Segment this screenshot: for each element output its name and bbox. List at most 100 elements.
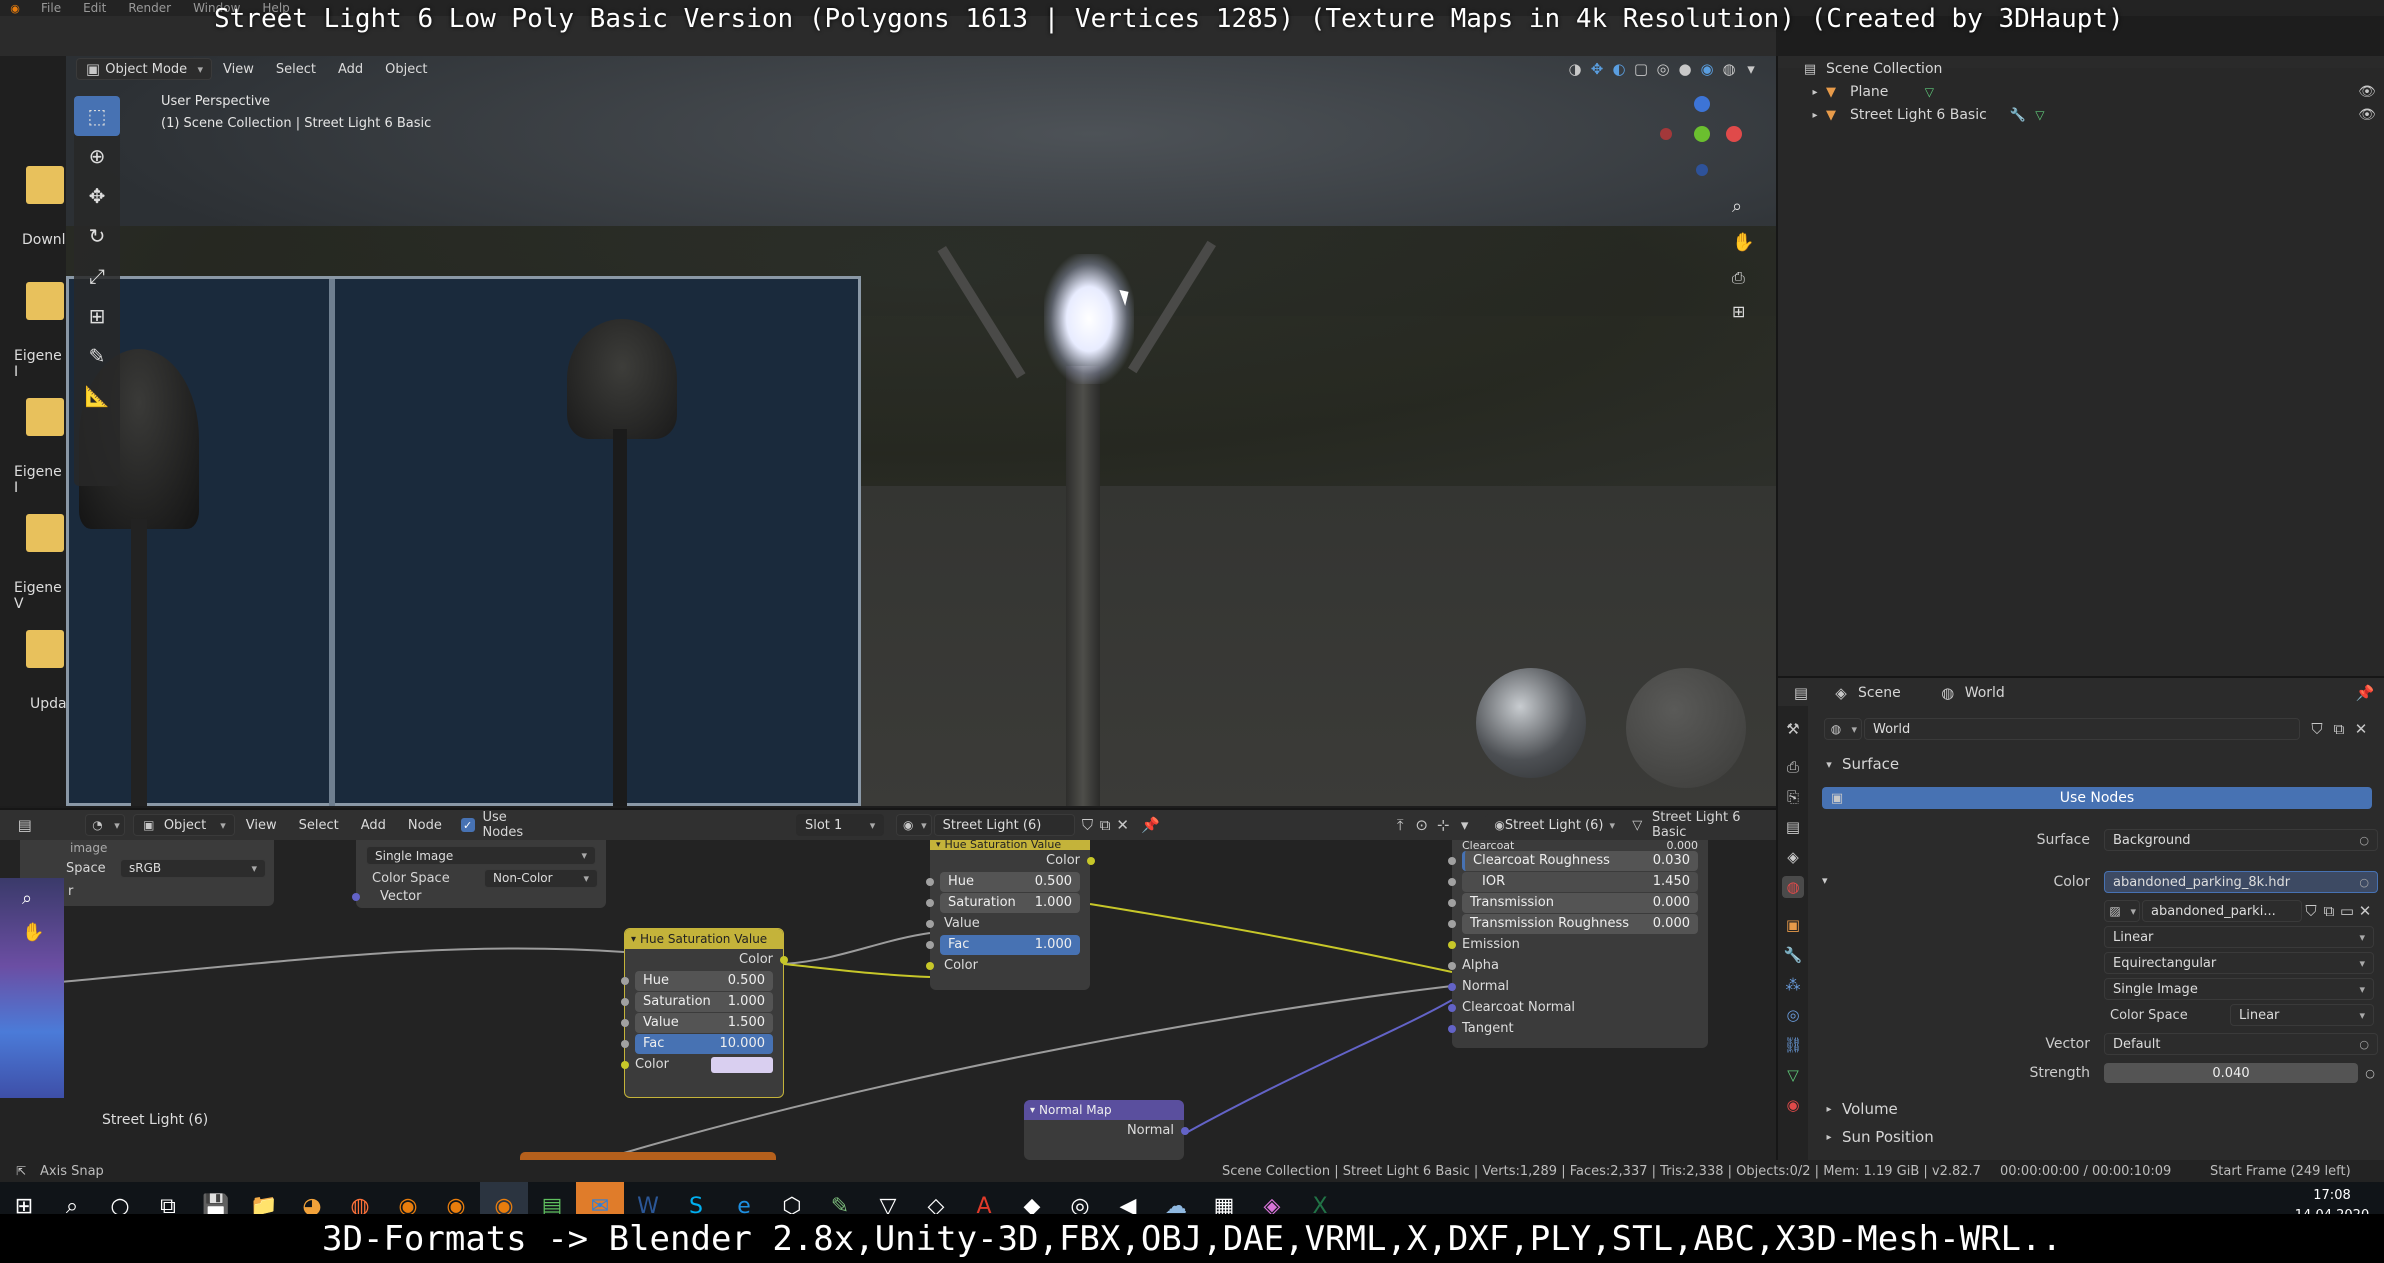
modifier-tab-icon[interactable]: 🔧	[1782, 944, 1804, 966]
camera-icon[interactable]: ⎙	[1732, 268, 1745, 288]
bsdf-transmission-field[interactable]: Transmission 0.000	[1462, 892, 1698, 913]
cursor-tool[interactable]: ⊕	[74, 136, 120, 176]
value-socket[interactable]	[621, 1018, 629, 1027]
move-tool[interactable]: ✥	[74, 176, 120, 216]
value-socket[interactable]	[926, 919, 934, 928]
hsv2-output-socket[interactable]	[1087, 856, 1095, 865]
pan-hand-icon[interactable]: ✋	[22, 922, 44, 943]
expand-arrow-icon[interactable]: ▸	[1808, 104, 1822, 126]
particles-tab-icon[interactable]: ⁂	[1782, 974, 1804, 996]
clearcoat-normal-socket[interactable]	[1448, 1003, 1456, 1012]
fake-user-shield-icon[interactable]: ⛉	[2302, 900, 2320, 922]
annotate-tool[interactable]: ✎	[74, 336, 120, 376]
visibility-eye-icon[interactable]: 👁	[2356, 81, 2378, 103]
close-icon[interactable]: ✕	[2356, 900, 2374, 922]
material-shading-icon[interactable]: ◉	[1696, 58, 1718, 80]
open-folder-icon[interactable]: ▭	[2338, 900, 2356, 922]
sun-position-panel-header[interactable]: ▸ Sun Position	[1822, 1126, 1933, 1148]
desktop-folder-icon[interactable]	[26, 398, 64, 436]
node-source-dropdown[interactable]: Single Image ▾	[366, 846, 596, 865]
color-socket[interactable]	[926, 961, 934, 970]
pin-icon[interactable]: 📌	[2354, 682, 2376, 704]
rotate-tool[interactable]: ↻	[74, 216, 120, 256]
tool-tab-icon[interactable]: ⚒	[1782, 718, 1804, 740]
strength-field[interactable]: 0.040	[2104, 1063, 2358, 1083]
vector-dropdown[interactable]: Default ○	[2104, 1033, 2378, 1055]
outliner-item-plane[interactable]: ▸ ▼ Plane ▽ 👁	[1808, 81, 2378, 103]
viewport-menu-add[interactable]: Add	[327, 62, 374, 77]
use-nodes-button[interactable]: ▣ Use Nodes	[1822, 787, 2372, 809]
node-space-dropdown[interactable]: sRGB ▾	[120, 858, 266, 878]
render-tab-icon[interactable]: ⎙	[1782, 756, 1804, 778]
wireframe-shading-icon[interactable]: ◎	[1652, 58, 1674, 80]
hsv2-sat-field[interactable]: Saturation 1.000	[940, 892, 1080, 913]
outliner-scene-collection[interactable]: ▤ Scene Collection	[1800, 58, 1943, 80]
solid-shading-icon[interactable]: ●	[1674, 58, 1696, 80]
interpolation-dropdown[interactable]: Linear ▾	[2104, 926, 2374, 948]
duplicate-icon[interactable]: ⧉	[2328, 718, 2350, 740]
visibility-icon[interactable]: ◑	[1564, 58, 1586, 80]
normal-map-output-socket[interactable]	[1181, 1126, 1189, 1135]
bsdf-trr-field[interactable]: Transmission Roughness 0.000	[1462, 913, 1698, 934]
editor-type-icon[interactable]: ▤	[1790, 682, 1812, 704]
scene-tab-icon[interactable]: ◈	[1782, 846, 1804, 868]
fac-socket[interactable]	[621, 1039, 629, 1048]
hsv1-color-swatch[interactable]	[711, 1056, 773, 1073]
hsv1-hue-field[interactable]: Hue 0.500	[635, 970, 773, 991]
collapse-arrow-icon[interactable]: ▾	[1030, 1105, 1035, 1116]
select-box-tool[interactable]: ⬚	[74, 96, 120, 136]
hsv1-value-field[interactable]: Value 1.500	[635, 1012, 773, 1033]
blender-logo-icon[interactable]: ◉	[0, 0, 30, 16]
shading-options-icon[interactable]: ▾	[1740, 58, 1762, 80]
saturation-socket[interactable]	[926, 898, 934, 907]
constraints-tab-icon[interactable]: ⛓	[1782, 1034, 1804, 1056]
xray-icon[interactable]: ▢	[1630, 58, 1652, 80]
emission-socket[interactable]	[1448, 940, 1456, 949]
overlay-icon[interactable]: ◐	[1608, 58, 1630, 80]
transform-tool[interactable]: ⊞	[74, 296, 120, 336]
node-editor[interactable]: ▤ ◔ ▾ ▣ Object ▾ View Select Add Node ✓ Use…	[0, 808, 1776, 1166]
3d-viewport[interactable]: ▣ Object Mode ▾ View Select Add Object ◑ ✥…	[66, 56, 1776, 806]
object-mode-dropdown[interactable]: ▣ Object Mode ▾	[76, 58, 212, 80]
navigation-gizmo[interactable]	[1656, 96, 1746, 176]
color-socket[interactable]	[621, 1060, 629, 1069]
hsv1-fac-field[interactable]: Fac 10.000	[635, 1033, 773, 1054]
measure-tool[interactable]: 📐	[74, 376, 120, 416]
alpha-socket[interactable]	[1448, 961, 1456, 970]
hue-socket[interactable]	[926, 877, 934, 886]
projection-dropdown[interactable]: Equirectangular ▾	[2104, 952, 2374, 974]
data-tab-icon[interactable]: ▽	[1782, 1064, 1804, 1086]
hsv-node-1[interactable]: ▾ Hue Saturation Value Color Hue 0.500 Sa…	[621, 928, 788, 1098]
normal-socket[interactable]	[1448, 982, 1456, 991]
fac-socket[interactable]	[926, 940, 934, 949]
tangent-socket[interactable]	[1448, 1024, 1456, 1033]
collapse-arrow-icon[interactable]: ▾	[936, 841, 941, 850]
clearcoat-roughness-socket[interactable]	[1448, 856, 1456, 865]
texture-node-partial[interactable]: Single Image ▾ Color Space Non-Color ▾ Vec…	[352, 840, 606, 908]
transmission-socket[interactable]	[1448, 898, 1456, 907]
material-tab-icon[interactable]: ◉	[1782, 1094, 1804, 1116]
outliner-item-street-light[interactable]: ▸ ▼ Street Light 6 Basic 🔧 ▽ 👁	[1808, 104, 2378, 126]
color-space-dropdown[interactable]: Linear ▾	[2230, 1004, 2374, 1026]
visibility-eye-icon[interactable]: 👁	[2356, 104, 2378, 126]
world-tab-label[interactable]: World	[1965, 685, 2005, 701]
menu-file[interactable]: File	[30, 1, 72, 15]
pan-hand-icon[interactable]: ✋	[1732, 232, 1754, 253]
collapse-arrow-icon[interactable]: ▾	[631, 934, 636, 945]
desktop-folder-icon[interactable]	[26, 514, 64, 552]
hue-socket[interactable]	[621, 976, 629, 985]
world-name-field[interactable]: World	[1864, 718, 2300, 740]
volume-panel-header[interactable]: ▸ Volume	[1822, 1098, 1897, 1120]
image-name-field[interactable]: abandoned_parki...	[2142, 900, 2302, 922]
zoom-icon[interactable]: ⌕	[22, 888, 32, 909]
normal-map-node[interactable]: ▾ Normal Map Normal	[1024, 1100, 1189, 1160]
scale-tool[interactable]: ⤢	[74, 256, 120, 296]
hsv2-fac-field[interactable]: Fac 1.000	[940, 934, 1080, 955]
surface-shader-dropdown[interactable]: Background ○	[2104, 829, 2378, 851]
node-colorspace-dropdown[interactable]: Non-Color ▾	[484, 868, 598, 888]
hsv2-hue-field[interactable]: Hue 0.500	[940, 871, 1080, 892]
viewport-menu-select[interactable]: Select	[265, 62, 327, 77]
menu-edit[interactable]: Edit	[72, 1, 117, 15]
physics-tab-icon[interactable]: ◎	[1782, 1004, 1804, 1026]
bsdf-ior-field[interactable]: IOR 1.450	[1462, 871, 1698, 892]
